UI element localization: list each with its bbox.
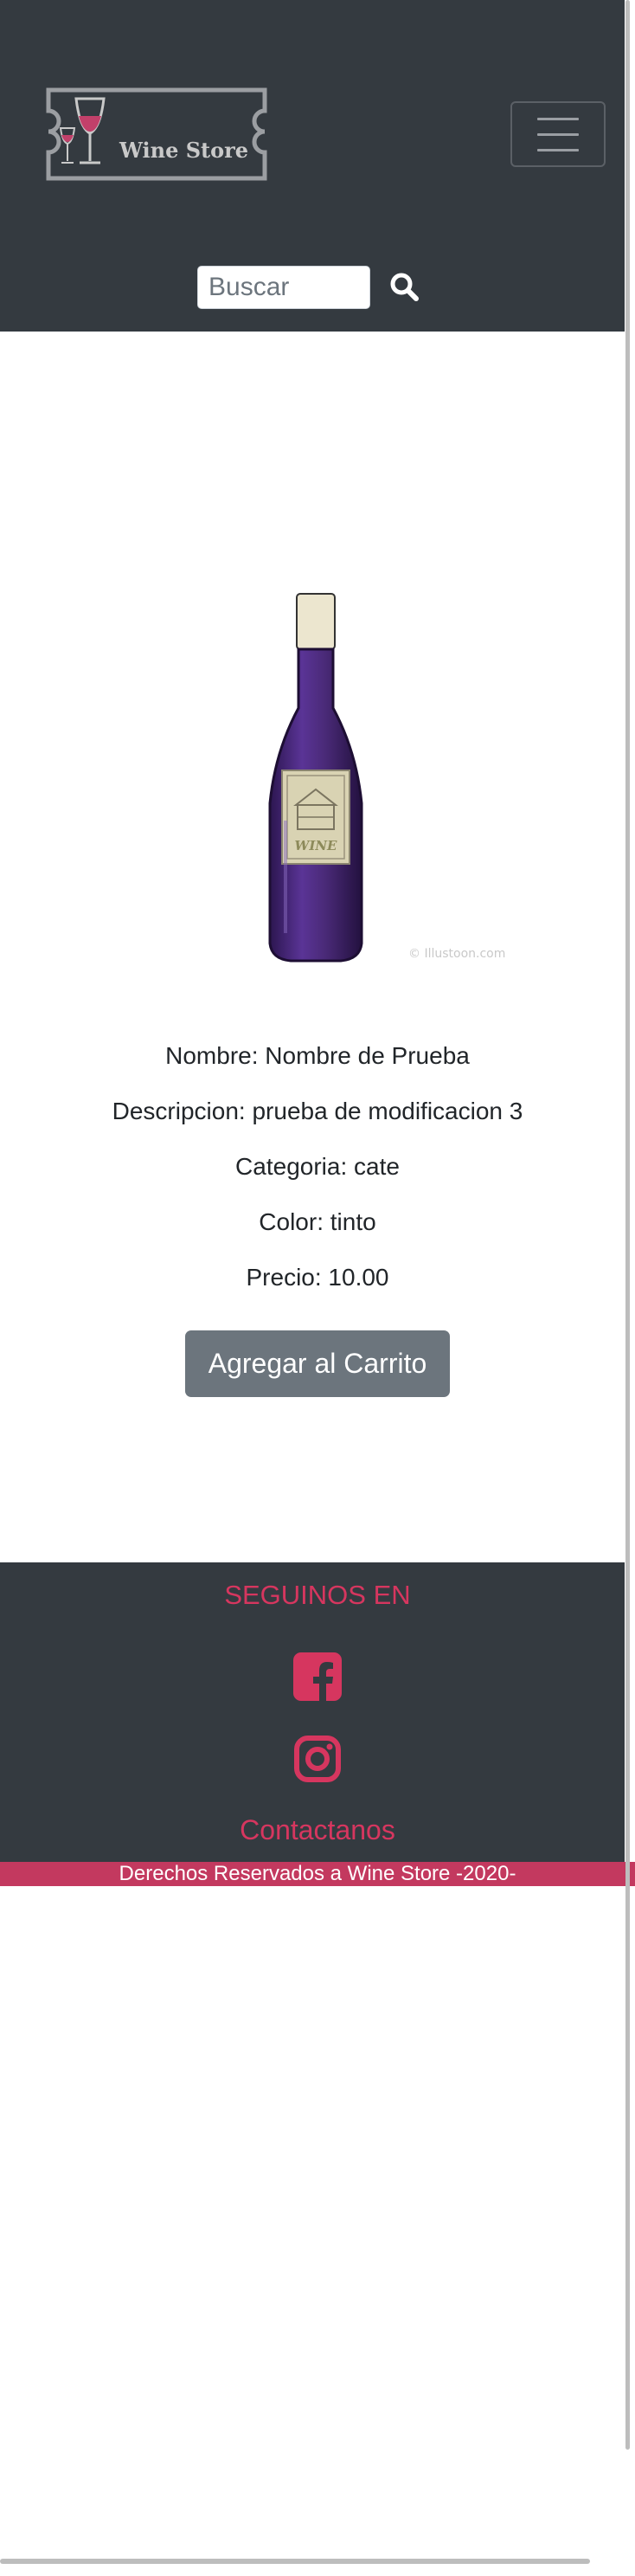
svg-text:WINE: WINE	[294, 838, 337, 853]
vertical-scrollbar[interactable]	[625, 0, 632, 2450]
wine-bottle-icon: WINE © Illustoon.com	[268, 593, 505, 963]
navbar: Wine Store	[0, 0, 625, 332]
search-button[interactable]	[386, 269, 422, 306]
svg-text:Wine Store: Wine Store	[119, 138, 248, 163]
product-price: Precio: 10.00	[246, 1264, 389, 1291]
product-image: WINE © Illustoon.com	[251, 578, 510, 976]
vertical-scrollbar-thumb[interactable]	[625, 0, 630, 2450]
product-name: Nombre: Nombre de Prueba	[165, 1042, 470, 1069]
search-input[interactable]	[197, 266, 370, 309]
search-form	[197, 266, 439, 309]
product-color: Color: tinto	[259, 1208, 376, 1235]
instagram-link[interactable]	[293, 1735, 342, 1787]
hamburger-icon-bar	[537, 133, 579, 136]
facebook-link[interactable]	[293, 1652, 342, 1705]
horizontal-scrollbar[interactable]	[0, 2559, 590, 2566]
brand-logo[interactable]: Wine Store	[38, 83, 277, 185]
follow-us-title: SEGUINOS EN	[224, 1580, 411, 1610]
search-icon	[390, 273, 419, 301]
hamburger-icon-bar	[537, 149, 579, 151]
instagram-icon	[294, 1736, 341, 1782]
product-description: Descripcion: prueba de modificacion 3	[112, 1098, 523, 1124]
add-to-cart-button[interactable]: Agregar al Carrito	[185, 1330, 450, 1397]
hamburger-icon	[537, 118, 579, 120]
product-category: Categoria: cate	[235, 1153, 400, 1180]
contact-link[interactable]: Contactanos	[0, 1814, 635, 1846]
copyright-bar: Derechos Reservados a Wine Store -2020-	[0, 1862, 635, 1886]
wine-store-logo-icon: Wine Store	[46, 87, 267, 181]
svg-text:© Illustoon.com: © Illustoon.com	[408, 947, 505, 961]
horizontal-scrollbar-thumb[interactable]	[0, 2559, 590, 2564]
menu-toggle-button[interactable]	[510, 101, 606, 167]
footer: SEGUINOS EN Contactanos	[0, 1562, 625, 1862]
facebook-icon	[293, 1652, 342, 1701]
